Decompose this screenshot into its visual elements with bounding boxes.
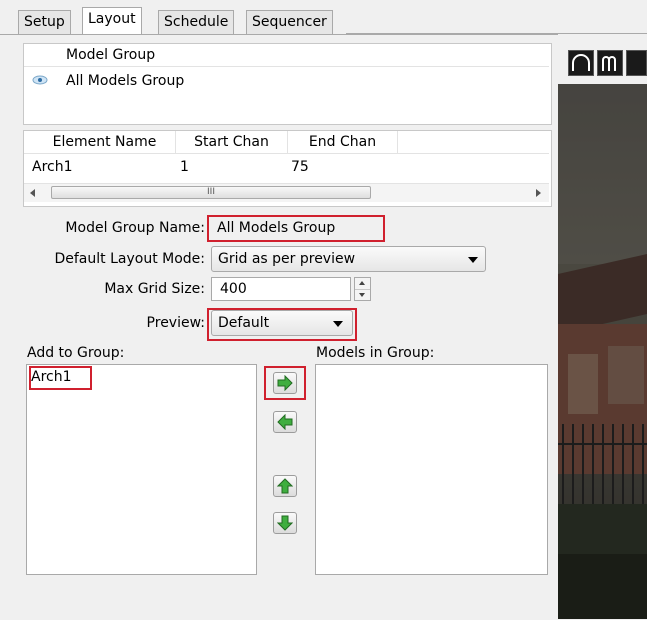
arch-icon (572, 54, 590, 71)
scroll-left-icon[interactable] (30, 189, 35, 197)
models-in-group-list[interactable] (315, 364, 548, 575)
column-end-chan[interactable]: End Chan (288, 131, 398, 153)
tab-sequencer[interactable]: Sequencer (246, 10, 333, 34)
horizontal-scrollbar[interactable]: III (24, 183, 549, 202)
chevron-down-icon (468, 257, 478, 263)
model-group-list[interactable]: Model Group All Models Group (23, 43, 552, 125)
house-preview-image (558, 84, 647, 619)
element-table-header: Element Name Start Chan End Chan (24, 131, 549, 154)
arrow-down-icon (359, 293, 365, 297)
highlight-preview (207, 308, 357, 341)
move-up-button[interactable] (273, 475, 297, 497)
candy-cane-tool-button[interactable] (597, 50, 623, 76)
models-in-group-label: Models in Group: (316, 345, 435, 361)
model-group-name: All Models Group (66, 73, 185, 89)
highlight-arch1 (29, 366, 92, 390)
element-table[interactable]: Element Name Start Chan End Chan Arch1 1… (23, 130, 552, 207)
highlight-add-button (264, 366, 306, 400)
remove-from-group-button[interactable] (273, 411, 297, 433)
layout-mode-label: Default Layout Mode: (54, 251, 205, 267)
grid-size-label: Max Grid Size: (104, 281, 205, 297)
arch-tool-button[interactable] (568, 50, 594, 76)
model-group-row[interactable]: All Models Group (24, 70, 549, 94)
scroll-right-icon[interactable] (536, 189, 541, 197)
eye-icon[interactable] (32, 74, 48, 90)
layout-mode-dropdown[interactable]: Grid as per preview (211, 246, 486, 272)
grid-size-stepper[interactable] (354, 277, 371, 301)
highlight-group-name (207, 215, 385, 242)
layout-panel: Model Group All Models Group Element Nam… (0, 34, 558, 620)
add-to-group-list[interactable]: Arch1 (26, 364, 257, 575)
tab-layout[interactable]: Layout (82, 7, 142, 35)
layout-mode-value: Grid as per preview (218, 251, 356, 267)
group-name-label: Model Group Name: (65, 220, 205, 236)
table-row[interactable]: Arch1 1 75 (24, 156, 549, 178)
stepper-down-button[interactable] (355, 289, 370, 300)
arrow-up-icon (359, 281, 365, 285)
cell-start-chan: 1 (180, 159, 189, 175)
arrow-down-icon (277, 515, 293, 531)
arrow-up-icon (277, 478, 293, 494)
column-start-chan[interactable]: Start Chan (176, 131, 288, 153)
cell-end-chan: 75 (291, 159, 309, 175)
column-element-name[interactable]: Element Name (24, 131, 176, 153)
header-spacer (24, 44, 60, 66)
more-tools-button[interactable] (626, 50, 647, 76)
scroll-thumb[interactable]: III (51, 186, 371, 199)
cell-element-name: Arch1 (32, 159, 73, 175)
grid-size-input[interactable]: 400 (211, 277, 351, 301)
tab-setup[interactable]: Setup (18, 10, 71, 34)
move-down-button[interactable] (273, 512, 297, 534)
arrow-left-icon (277, 414, 293, 430)
candy-cane-icon (602, 56, 616, 71)
model-group-header: Model Group (24, 44, 549, 67)
model-group-column-header[interactable]: Model Group (66, 44, 366, 66)
add-to-group-label: Add to Group: (27, 345, 125, 361)
preview-label: Preview: (146, 315, 205, 331)
tab-schedule[interactable]: Schedule (158, 10, 235, 34)
